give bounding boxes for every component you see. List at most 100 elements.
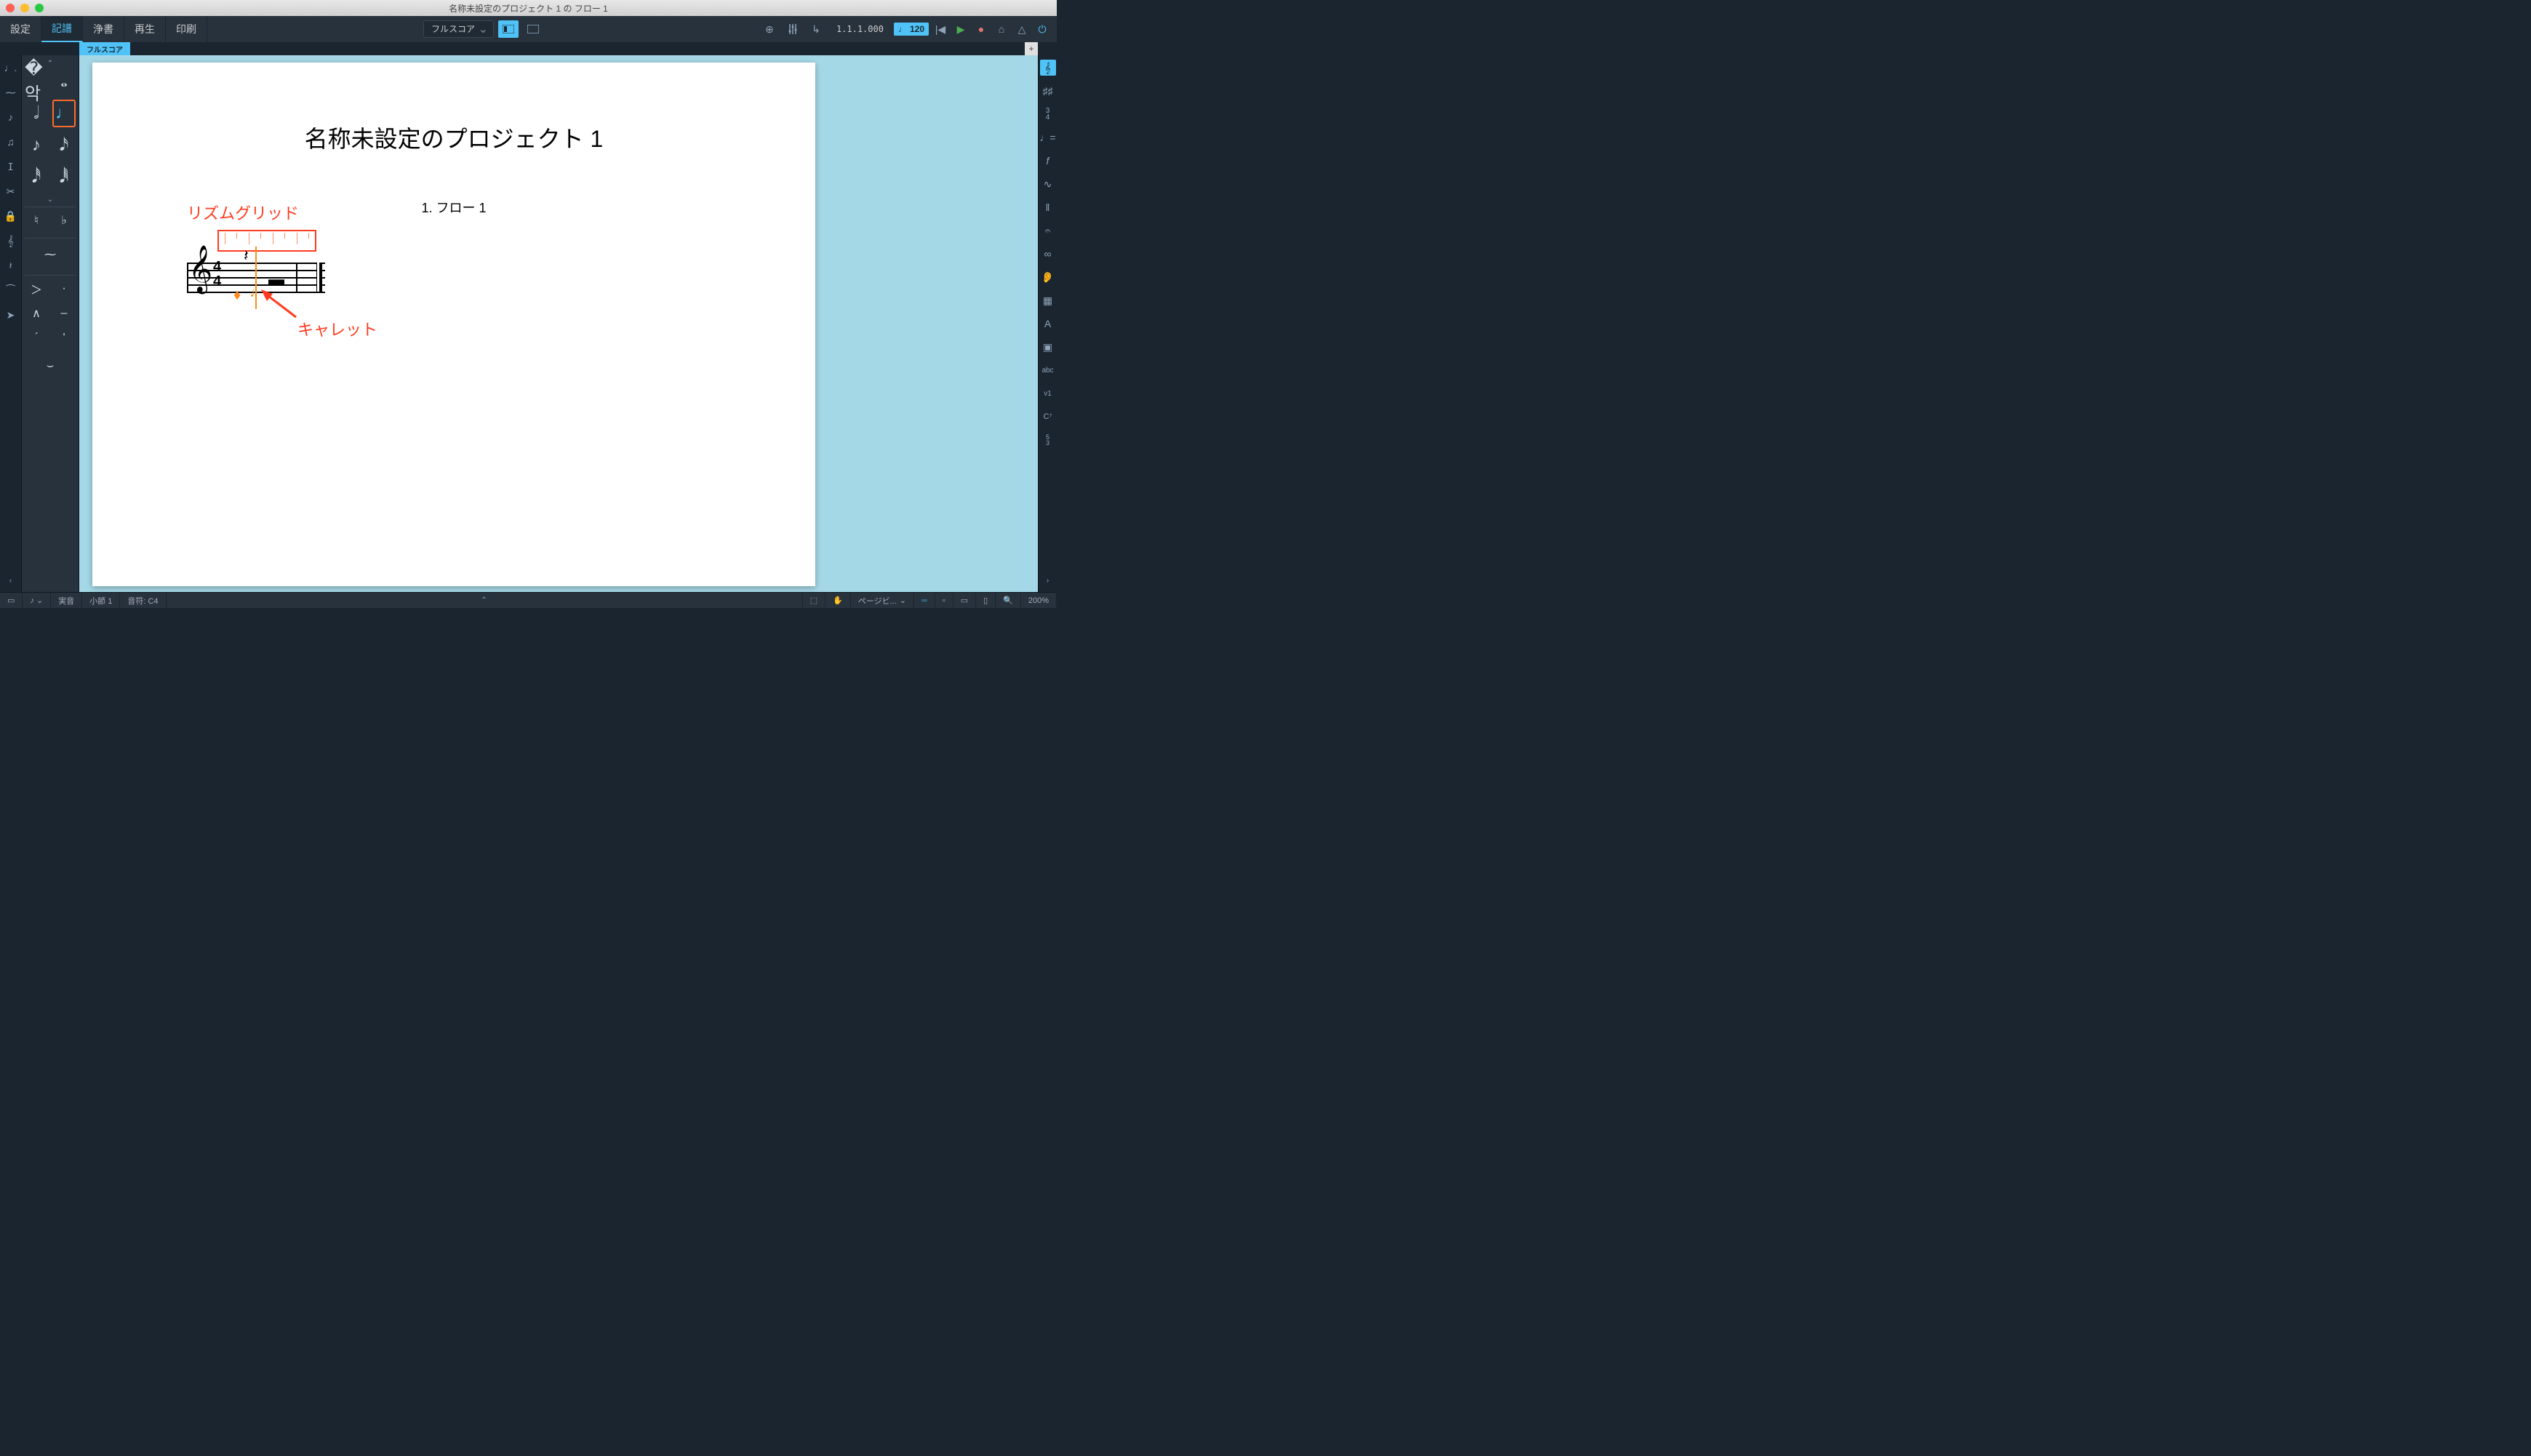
window-title: 名称未設定のプロジェクト 1 の フロー 1 bbox=[449, 2, 608, 15]
text-panel-icon[interactable]: A bbox=[1040, 316, 1056, 332]
clef-panel-icon[interactable]: 𝄞 bbox=[1040, 60, 1056, 76]
dotted-note-icon[interactable]: ♩. bbox=[3, 60, 19, 76]
stress-button[interactable]: ' bbox=[52, 328, 76, 348]
left-collapse-button[interactable]: ‹ bbox=[9, 577, 12, 585]
video-icon[interactable]: ⊕ bbox=[759, 20, 780, 38]
natural-button[interactable]: ♮ bbox=[25, 210, 48, 231]
view-horizontal-icon[interactable]: ▭ bbox=[953, 593, 976, 608]
flat-button[interactable]: ♭ bbox=[52, 210, 76, 231]
rehearsal-marks-panel-icon[interactable]: ▣ bbox=[1040, 339, 1056, 355]
lines-panel-icon[interactable]: ▦ bbox=[1040, 292, 1056, 308]
mixer-icon[interactable] bbox=[783, 20, 803, 38]
click-button[interactable]: ⌂ bbox=[993, 20, 1010, 38]
metronome-button[interactable]: △ bbox=[1013, 20, 1031, 38]
insert-mode-icon[interactable]: ⵊ bbox=[3, 159, 19, 175]
thirtysecond-note-button[interactable]: 𝅘𝅥𝅰 bbox=[25, 164, 48, 191]
slur-button[interactable]: ⁓ bbox=[30, 244, 71, 265]
galley-view-button[interactable] bbox=[523, 20, 543, 38]
tie-tool-icon[interactable]: ⁀ bbox=[3, 282, 19, 298]
half-rest-icon: ▬ bbox=[268, 270, 284, 289]
fermata-button[interactable]: ⌣ bbox=[39, 356, 62, 376]
rest-tool-icon[interactable]: 𝄽 bbox=[3, 257, 19, 273]
quarter-note-button[interactable]: ♩ bbox=[52, 100, 76, 127]
tab-play[interactable]: 再生 bbox=[124, 16, 166, 42]
close-window-button[interactable] bbox=[6, 4, 15, 12]
playing-techniques-panel-icon[interactable]: 👂 bbox=[1040, 269, 1056, 285]
layout-tab-strip: フルスコア + bbox=[0, 42, 1057, 55]
sixteenth-note-button[interactable]: 𝅘𝅥𝅯 bbox=[52, 132, 76, 159]
music-staff[interactable]: 𝄞 44 𝄽 ▬ ♦ ♩ bbox=[187, 263, 325, 292]
holds-panel-icon[interactable]: 𝄐 bbox=[1040, 223, 1056, 239]
maximize-window-button[interactable] bbox=[35, 4, 44, 12]
status-mouse-icon[interactable]: ▭ bbox=[0, 593, 23, 608]
eighth-note-button[interactable]: ♪ bbox=[25, 132, 48, 159]
marcato-button[interactable]: ∧ bbox=[25, 303, 48, 324]
status-transposition[interactable]: 実音 bbox=[51, 593, 82, 608]
orange-note-1-icon: ♦ bbox=[233, 287, 241, 304]
accent-button[interactable]: ＞ bbox=[25, 279, 48, 299]
transport-panel-icon[interactable]: ↳ bbox=[806, 20, 826, 38]
layout-selector[interactable]: フルスコア bbox=[423, 20, 494, 38]
repeats-panel-icon[interactable]: ∞ bbox=[1040, 246, 1056, 262]
clef-tool-icon[interactable]: 𝄞 bbox=[3, 233, 19, 249]
grace-note-icon[interactable]: ♪ bbox=[3, 109, 19, 125]
bars-panel-icon[interactable]: ‖ bbox=[1040, 199, 1056, 215]
zoom-icon[interactable]: 🔍 bbox=[996, 593, 1021, 608]
record-button[interactable]: ● bbox=[972, 20, 990, 38]
expand-bottom-panel-icon[interactable]: ⌃ bbox=[481, 596, 487, 604]
annotation-rhythm-grid-label: リズムグリッド bbox=[187, 201, 299, 224]
lock-icon[interactable]: 🔒 bbox=[3, 208, 19, 224]
tempo-display[interactable]: ♩ 120 bbox=[894, 23, 929, 36]
time-signature-panel-icon[interactable]: 34 bbox=[1040, 106, 1056, 122]
power-button[interactable]: ⏻ bbox=[1033, 20, 1051, 38]
chord-symbols-panel-icon[interactable]: C⁷ bbox=[1040, 409, 1056, 425]
view-vertical-icon[interactable]: ▯ bbox=[976, 593, 996, 608]
score-viewport[interactable]: 名称未設定のプロジェクト 1 1. フロー 1 リズムグリッド bbox=[79, 55, 1038, 592]
tab-setup[interactable]: 設定 bbox=[0, 16, 41, 42]
view-menu[interactable]: ページビ... ⌄ bbox=[851, 593, 914, 608]
play-button[interactable]: ▶ bbox=[952, 20, 969, 38]
notes-chevron-down[interactable]: ⌄ bbox=[25, 196, 76, 204]
quarter-rest-icon: 𝄽 bbox=[244, 247, 249, 265]
layout-tab-fullscore[interactable]: フルスコア bbox=[79, 42, 130, 55]
whole-note-button[interactable]: 𝅝 bbox=[52, 68, 76, 95]
toolbar-center: フルスコア bbox=[207, 20, 759, 38]
tab-write[interactable]: 記譜 bbox=[41, 16, 83, 42]
ornaments-panel-icon[interactable]: ∿ bbox=[1040, 176, 1056, 192]
marquee-select-icon[interactable]: ⬚ bbox=[803, 593, 825, 608]
add-layout-button[interactable]: + bbox=[1025, 42, 1038, 55]
staccato-button[interactable]: · bbox=[52, 279, 76, 299]
tab-engrave[interactable]: 浄書 bbox=[83, 16, 124, 42]
lyrics-panel-icon[interactable]: abc bbox=[1040, 362, 1056, 378]
annotation-caret-arrow-icon bbox=[260, 288, 303, 324]
chord-mode-icon[interactable]: ♫ bbox=[3, 134, 19, 150]
tuplet-icon[interactable]: ⁓ bbox=[3, 84, 19, 100]
status-note-info: 音符: C4 bbox=[120, 593, 166, 608]
scissors-icon[interactable]: ✂ bbox=[3, 183, 19, 199]
voice-panel-icon[interactable]: v1 bbox=[1040, 385, 1056, 401]
page-view-button[interactable] bbox=[498, 20, 519, 38]
notes-panel: ⌃ �악 𝅝 𝅗𝅥 ♩ ♪ 𝅘𝅥𝅯 𝅘𝅥𝅰 𝅘𝅥𝅱 ⌄ ♮ ♭ ♯ ⁓ bbox=[22, 55, 79, 592]
tenuto-button[interactable]: – bbox=[52, 303, 76, 324]
transport-position: 1.1.1.000 bbox=[829, 24, 891, 34]
dynamics-panel-icon[interactable]: f bbox=[1040, 153, 1056, 169]
staccatissimo-button[interactable]: ˊ bbox=[25, 328, 48, 348]
minimize-window-button[interactable] bbox=[20, 4, 29, 12]
zoom-level[interactable]: 200% bbox=[1021, 593, 1057, 608]
half-note-button[interactable]: 𝅗𝅥 bbox=[25, 100, 48, 127]
divider bbox=[25, 275, 76, 276]
status-bar-number: 小節 1 bbox=[82, 593, 120, 608]
status-note-input-icon[interactable]: ♪ ⌄ bbox=[23, 593, 51, 608]
tab-print[interactable]: 印刷 bbox=[166, 16, 207, 42]
sixtyfourth-note-button[interactable]: 𝅘𝅥𝅱 bbox=[52, 164, 76, 191]
view-single-icon[interactable]: ▫▫ bbox=[914, 593, 935, 608]
select-tool-icon[interactable]: ➤ bbox=[3, 307, 19, 323]
breve-note-button[interactable]: �악 bbox=[25, 68, 48, 95]
key-signature-panel-icon[interactable]: ♯♯ bbox=[1040, 83, 1056, 99]
rewind-button[interactable]: |◀ bbox=[932, 20, 949, 38]
right-collapse-button[interactable]: › bbox=[1047, 577, 1049, 585]
figured-bass-panel-icon[interactable]: 53 bbox=[1040, 432, 1056, 448]
hand-tool-icon[interactable]: ✋ bbox=[825, 593, 851, 608]
tempo-panel-icon[interactable]: ♩= bbox=[1040, 129, 1056, 145]
view-spread-icon[interactable]: ▫ bbox=[935, 593, 953, 608]
